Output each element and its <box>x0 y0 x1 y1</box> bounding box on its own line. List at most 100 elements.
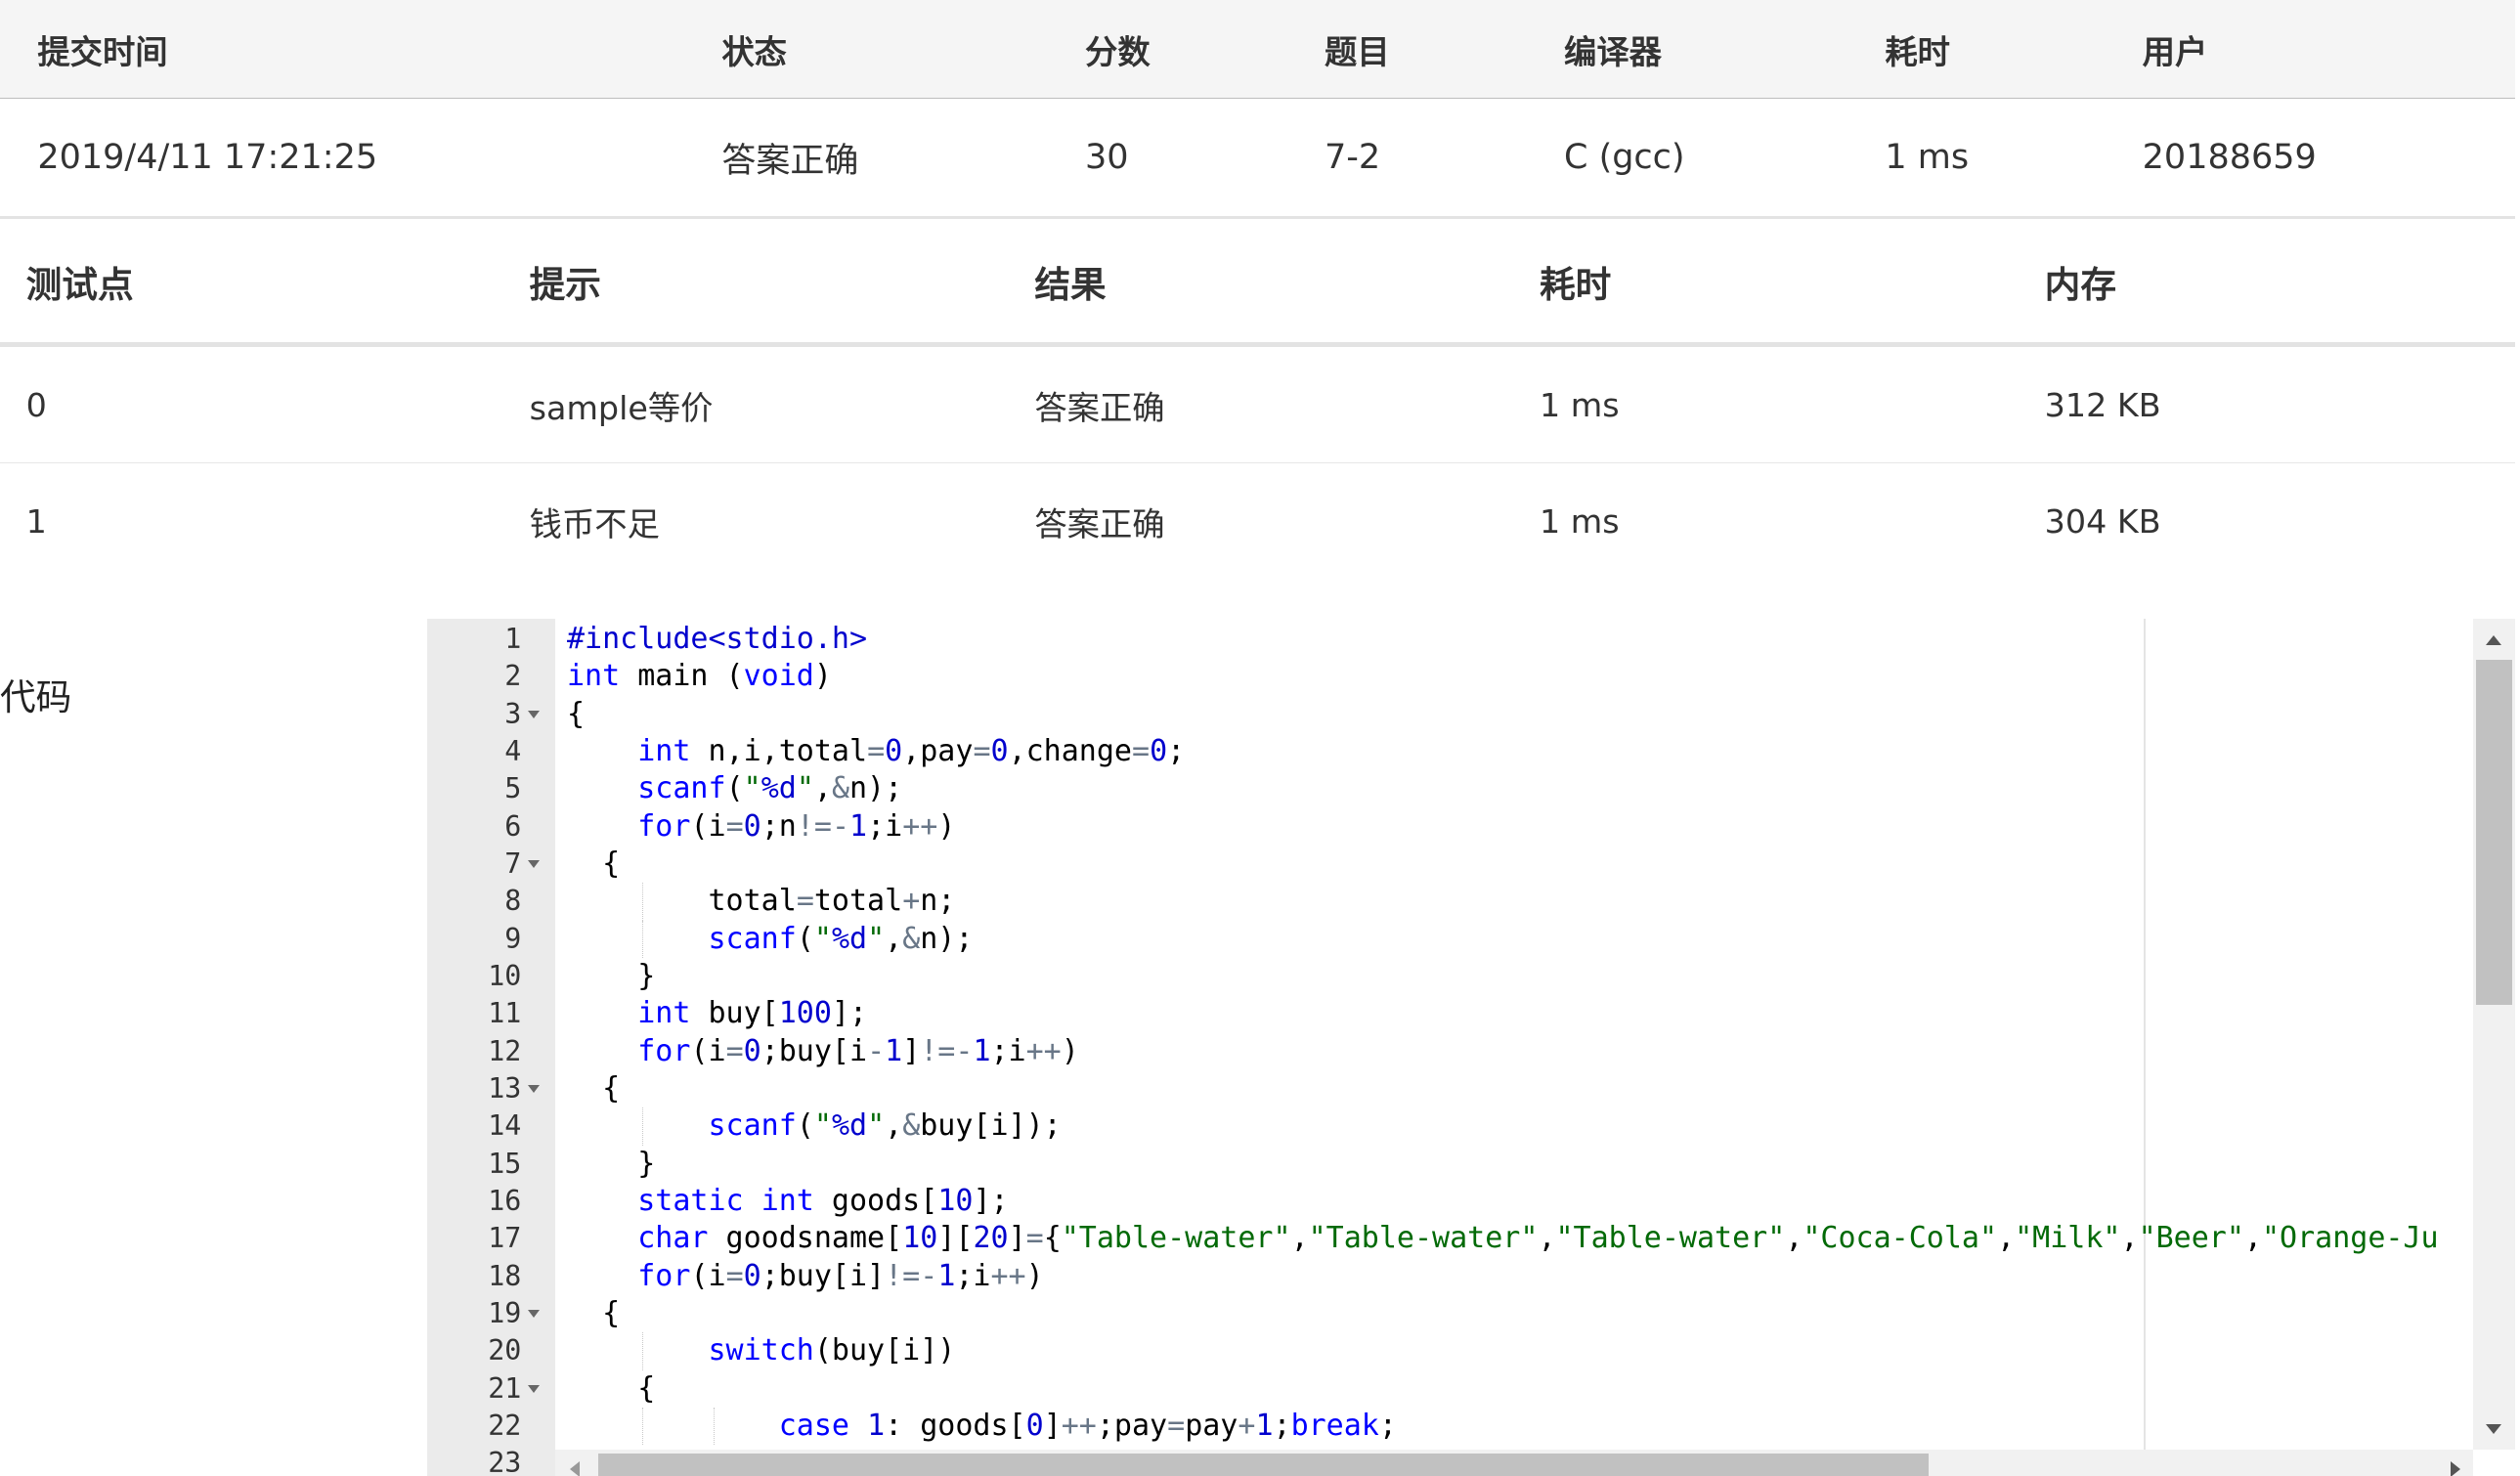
scroll-down-icon[interactable] <box>2486 1423 2502 1434</box>
code-token: { <box>1043 1221 1062 1256</box>
col-memory: 内存 <box>2044 220 2516 348</box>
line-number: 5 <box>504 772 522 805</box>
code-token: 1 <box>937 1258 956 1293</box>
problem-link[interactable]: 7-2 <box>1325 98 1564 220</box>
code-token: (i <box>690 1033 726 1068</box>
code-token: "Table-water" <box>1555 1221 1786 1256</box>
line-number: 14 <box>488 1109 522 1143</box>
line-number: 9 <box>504 922 522 955</box>
code-token: } <box>567 1146 656 1181</box>
code-token: , <box>2243 1221 2262 1256</box>
line-number: 19 <box>488 1297 522 1330</box>
code-token: ] <box>1008 1221 1026 1256</box>
code-token: { <box>567 1296 621 1331</box>
code-token: ++ <box>902 808 938 844</box>
code-token: (buy[i]) <box>813 1333 956 1368</box>
code-line: scanf("%d",&n); <box>567 770 902 807</box>
testcase-memory: 304 KB <box>2044 501 2161 541</box>
code-token: != <box>796 808 832 844</box>
line-number: 4 <box>504 735 522 767</box>
code-token: 0 <box>743 808 761 844</box>
code-token: "Orange-Ju <box>2262 1221 2439 1256</box>
scroll-up-icon[interactable] <box>2486 635 2502 645</box>
code-line: for(i=0;n!=-1;i++) <box>567 808 955 846</box>
code-token: "Milk" <box>2015 1221 2121 1256</box>
code-token: for <box>637 1258 691 1293</box>
code-content[interactable]: #include<stdio.h> int main (void){ int n,… <box>567 619 2473 1451</box>
code-token: switch <box>708 1333 814 1368</box>
code-line: static int goods[10]; <box>567 1183 1009 1220</box>
testcase-time: 1 ms <box>1540 344 2045 464</box>
scroll-left-icon[interactable] <box>570 1461 581 1476</box>
fold-toggle-icon[interactable] <box>528 860 540 868</box>
code-token: static <box>637 1184 744 1219</box>
code-token: " <box>867 1108 886 1144</box>
code-editor[interactable]: 1 2 3 4 5 6 7 8 9 10 11 12 13 14 15 16 17 18 19 20 21 22 23 #i… <box>426 619 2516 1476</box>
code-token: = <box>1132 734 1151 768</box>
status-badge: 答案正确 <box>721 98 1085 220</box>
code-token: ]; <box>831 996 868 1031</box>
testcase-hint: 钱币不足 <box>529 504 660 543</box>
code-line: #include<stdio.h> <box>567 621 867 658</box>
line-number: 7 <box>504 847 522 880</box>
code-token: ;i <box>867 808 903 844</box>
table-row: 1 钱币不足 答案正确 1 ms 304 KB <box>0 463 2515 580</box>
code-token: ]; <box>973 1184 1009 1219</box>
fold-toggle-icon[interactable] <box>528 1310 540 1318</box>
code-token: ( <box>725 771 744 806</box>
code-token: buy[ <box>690 996 779 1031</box>
line-number: 12 <box>488 1034 522 1067</box>
code-token: case <box>778 1409 849 1444</box>
fold-toggle-icon[interactable] <box>528 1384 540 1393</box>
testcase-result: 答案正确 <box>1034 504 1165 543</box>
code-token: & <box>902 1108 921 1144</box>
code-token: 100 <box>778 996 832 1031</box>
col-submit-time: 提交时间 <box>0 0 722 100</box>
code-token: ;i <box>990 1033 1026 1068</box>
code-token: main ( <box>620 659 744 694</box>
table-row: 0 sample等价 答案正确 1 ms 312 KB <box>0 344 2516 464</box>
code-token: ( <box>796 1108 814 1144</box>
code-token: ; <box>1273 1409 1291 1444</box>
code-token: n; <box>920 884 956 919</box>
code-token: n,i,total <box>690 734 868 768</box>
code-token: scanf <box>708 1108 797 1144</box>
code-token: %d <box>831 921 868 956</box>
code-token: ;buy[i <box>760 1033 868 1068</box>
code-token: total <box>813 884 903 919</box>
code-token: scanf <box>637 771 726 806</box>
vertical-scrollbar-thumb[interactable] <box>2476 660 2513 1006</box>
testcase-id: 0 <box>0 344 530 464</box>
code-token: (i <box>690 808 726 844</box>
col-testcase: 测试点 <box>0 220 530 348</box>
line-number: 20 <box>488 1334 522 1367</box>
line-number: 23 <box>488 1447 522 1476</box>
code-token: ] <box>1043 1409 1062 1444</box>
line-number: 3 <box>504 697 522 730</box>
code-token: goods[ <box>813 1184 938 1219</box>
code-token: = <box>1025 1221 1044 1256</box>
line-number: 21 <box>488 1371 522 1405</box>
code-token: } <box>567 959 656 994</box>
code-token: ( <box>796 921 814 956</box>
code-line: switch(buy[i]) <box>567 1332 956 1369</box>
line-number: 8 <box>504 885 522 918</box>
fold-toggle-icon[interactable] <box>528 1085 540 1093</box>
user-value: 20188659 <box>2142 98 2516 220</box>
horizontal-scrollbar-thumb[interactable] <box>597 1453 1930 1476</box>
fold-toggle-icon[interactable] <box>528 710 540 718</box>
code-token: , <box>1290 1221 1309 1256</box>
code-token: for <box>637 1033 691 1068</box>
scroll-right-icon[interactable] <box>2450 1461 2460 1476</box>
code-token: ) <box>1061 1033 1079 1068</box>
indent-guide <box>641 883 643 921</box>
code-token: - <box>831 808 849 844</box>
code-token: 1 <box>849 808 868 844</box>
code-token: 1 <box>867 1409 886 1444</box>
submit-time: 2019/4/11 17:21:25 <box>0 98 722 220</box>
